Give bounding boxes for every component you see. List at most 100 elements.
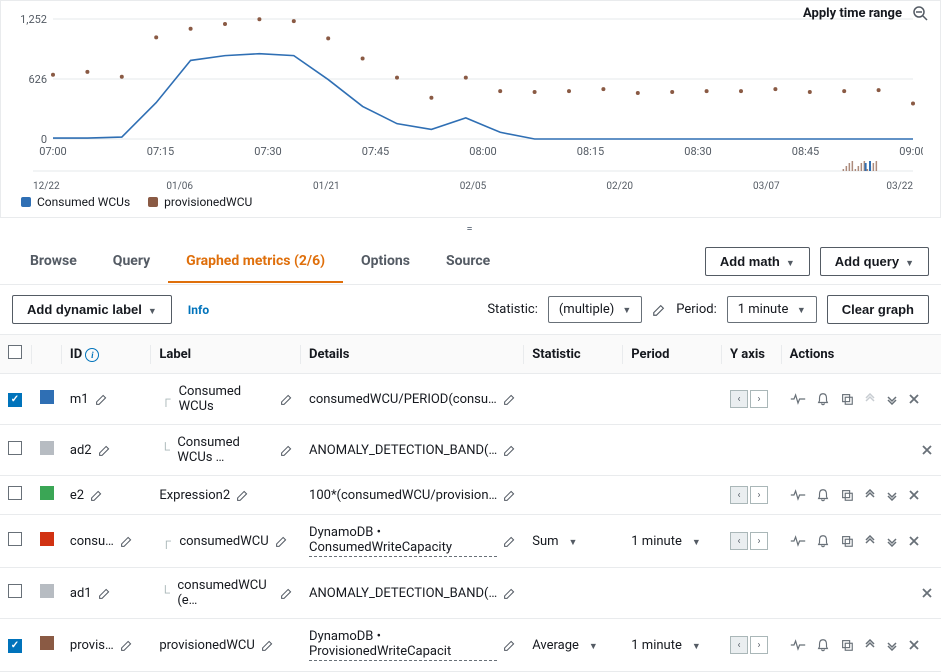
move-up-icon[interactable] bbox=[864, 639, 876, 651]
edit-id-icon[interactable] bbox=[98, 587, 111, 600]
add-math-button[interactable]: Add math bbox=[705, 247, 810, 276]
timeline-chart[interactable]: 12/2201/0601/2102/0502/2003/0703/22 bbox=[13, 161, 928, 191]
edit-details-icon[interactable] bbox=[503, 489, 516, 502]
svg-text:07:00: 07:00 bbox=[39, 145, 66, 158]
edit-id-icon[interactable] bbox=[120, 639, 133, 652]
tab-source[interactable]: Source bbox=[428, 241, 508, 283]
yaxis-left-button[interactable]: ‹ bbox=[730, 390, 748, 408]
statistic-value: Average bbox=[532, 638, 579, 653]
row-checkbox[interactable] bbox=[8, 393, 22, 407]
copy-icon[interactable] bbox=[840, 534, 854, 548]
alarm-icon[interactable] bbox=[816, 392, 830, 406]
yaxis-left-button[interactable]: ‹ bbox=[730, 486, 748, 504]
caret-down-icon bbox=[589, 638, 598, 653]
remove-icon[interactable] bbox=[908, 639, 920, 651]
yaxis-right-button[interactable]: › bbox=[750, 636, 768, 654]
caret-down-icon bbox=[786, 254, 795, 269]
yaxis-toggle[interactable]: ‹ › bbox=[730, 486, 774, 504]
color-swatch[interactable] bbox=[40, 390, 54, 404]
tab-options[interactable]: Options bbox=[343, 241, 428, 283]
legend-item-provisioned[interactable]: provisionedWCU bbox=[148, 195, 252, 209]
edit-id-icon[interactable] bbox=[98, 444, 111, 457]
edit-label-icon[interactable] bbox=[275, 535, 288, 548]
zoom-out-icon[interactable] bbox=[912, 5, 928, 21]
move-up-icon[interactable] bbox=[864, 489, 876, 501]
tree-connector-icon: ┌ bbox=[159, 391, 172, 407]
copy-icon[interactable] bbox=[840, 488, 854, 502]
period-select[interactable]: 1 minute bbox=[727, 296, 817, 323]
statistic-select[interactable]: (multiple) bbox=[548, 296, 642, 323]
color-swatch[interactable] bbox=[40, 441, 54, 455]
row-checkbox[interactable] bbox=[8, 584, 22, 598]
edit-details-icon[interactable] bbox=[503, 393, 516, 406]
remove-icon[interactable] bbox=[908, 489, 920, 501]
edit-label-icon[interactable] bbox=[280, 587, 293, 600]
anomaly-icon[interactable] bbox=[790, 638, 806, 652]
tab-query[interactable]: Query bbox=[95, 241, 168, 283]
edit-details-icon[interactable] bbox=[503, 444, 516, 457]
edit-label-icon[interactable] bbox=[280, 393, 293, 406]
alarm-icon[interactable] bbox=[816, 638, 830, 652]
chart-legend: Consumed WCUs provisionedWCU bbox=[13, 191, 928, 213]
tab-browse[interactable]: Browse bbox=[12, 241, 95, 283]
add-dynamic-label-button[interactable]: Add dynamic label bbox=[12, 295, 172, 324]
row-period-select[interactable]: 1 minute bbox=[631, 534, 701, 549]
edit-id-icon[interactable] bbox=[90, 489, 103, 502]
edit-id-icon[interactable] bbox=[95, 393, 108, 406]
move-up-icon[interactable] bbox=[864, 535, 876, 547]
yaxis-toggle[interactable]: ‹ › bbox=[730, 390, 774, 408]
color-swatch[interactable] bbox=[40, 584, 54, 598]
row-details: ANOMALY_DETECTION_BAND(… bbox=[309, 586, 497, 601]
remove-icon[interactable] bbox=[921, 444, 933, 456]
yaxis-toggle[interactable]: ‹ › bbox=[730, 532, 774, 550]
anomaly-icon[interactable] bbox=[790, 534, 806, 548]
select-all-checkbox[interactable] bbox=[8, 345, 22, 359]
move-down-icon[interactable] bbox=[886, 639, 898, 651]
add-query-button[interactable]: Add query bbox=[820, 247, 929, 276]
resize-handle[interactable]: = bbox=[0, 218, 941, 239]
move-down-icon[interactable] bbox=[886, 393, 898, 405]
edit-details-icon[interactable] bbox=[503, 639, 516, 652]
color-swatch[interactable] bbox=[40, 636, 54, 650]
anomaly-icon[interactable] bbox=[790, 392, 806, 406]
clear-graph-button[interactable]: Clear graph bbox=[827, 295, 929, 324]
edit-details-icon[interactable] bbox=[503, 587, 516, 600]
move-down-icon[interactable] bbox=[886, 489, 898, 501]
row-statistic-select[interactable]: Sum bbox=[532, 534, 577, 549]
info-link[interactable]: Info bbox=[188, 303, 209, 317]
info-icon[interactable]: i bbox=[85, 348, 99, 362]
row-checkbox[interactable] bbox=[8, 486, 22, 500]
yaxis-left-button[interactable]: ‹ bbox=[730, 532, 748, 550]
apply-time-range-button[interactable]: Apply time range bbox=[803, 6, 902, 21]
row-id: e2 bbox=[70, 488, 84, 503]
yaxis-right-button[interactable]: › bbox=[750, 532, 768, 550]
alarm-icon[interactable] bbox=[816, 534, 830, 548]
move-down-icon[interactable] bbox=[886, 535, 898, 547]
row-checkbox[interactable] bbox=[8, 532, 22, 546]
row-checkbox[interactable] bbox=[8, 441, 22, 455]
edit-statistic-icon[interactable] bbox=[652, 303, 666, 317]
edit-label-icon[interactable] bbox=[280, 444, 293, 457]
edit-details-icon[interactable] bbox=[503, 535, 516, 548]
edit-label-icon[interactable] bbox=[261, 639, 274, 652]
color-swatch[interactable] bbox=[40, 532, 54, 546]
yaxis-left-button[interactable]: ‹ bbox=[730, 636, 748, 654]
edit-label-icon[interactable] bbox=[236, 489, 249, 502]
legend-item-consumed[interactable]: Consumed WCUs bbox=[21, 195, 130, 209]
row-statistic-select[interactable]: Average bbox=[532, 638, 598, 653]
copy-icon[interactable] bbox=[840, 392, 854, 406]
yaxis-right-button[interactable]: › bbox=[750, 390, 768, 408]
main-chart[interactable]: 06261,25207:0007:1507:3007:4508:0008:150… bbox=[13, 9, 928, 159]
remove-icon[interactable] bbox=[908, 393, 920, 405]
yaxis-toggle[interactable]: ‹ › bbox=[730, 636, 774, 654]
edit-id-icon[interactable] bbox=[120, 535, 133, 548]
tab-graphed-metrics[interactable]: Graphed metrics (2/6) bbox=[168, 241, 343, 283]
remove-icon[interactable] bbox=[908, 535, 920, 547]
alarm-icon[interactable] bbox=[816, 488, 830, 502]
row-checkbox[interactable] bbox=[8, 639, 22, 653]
yaxis-right-button[interactable]: › bbox=[750, 486, 768, 504]
row-period-select[interactable]: 1 minute bbox=[631, 638, 701, 653]
copy-icon[interactable] bbox=[840, 638, 854, 652]
anomaly-icon[interactable] bbox=[790, 488, 806, 502]
color-swatch[interactable] bbox=[40, 486, 54, 500]
